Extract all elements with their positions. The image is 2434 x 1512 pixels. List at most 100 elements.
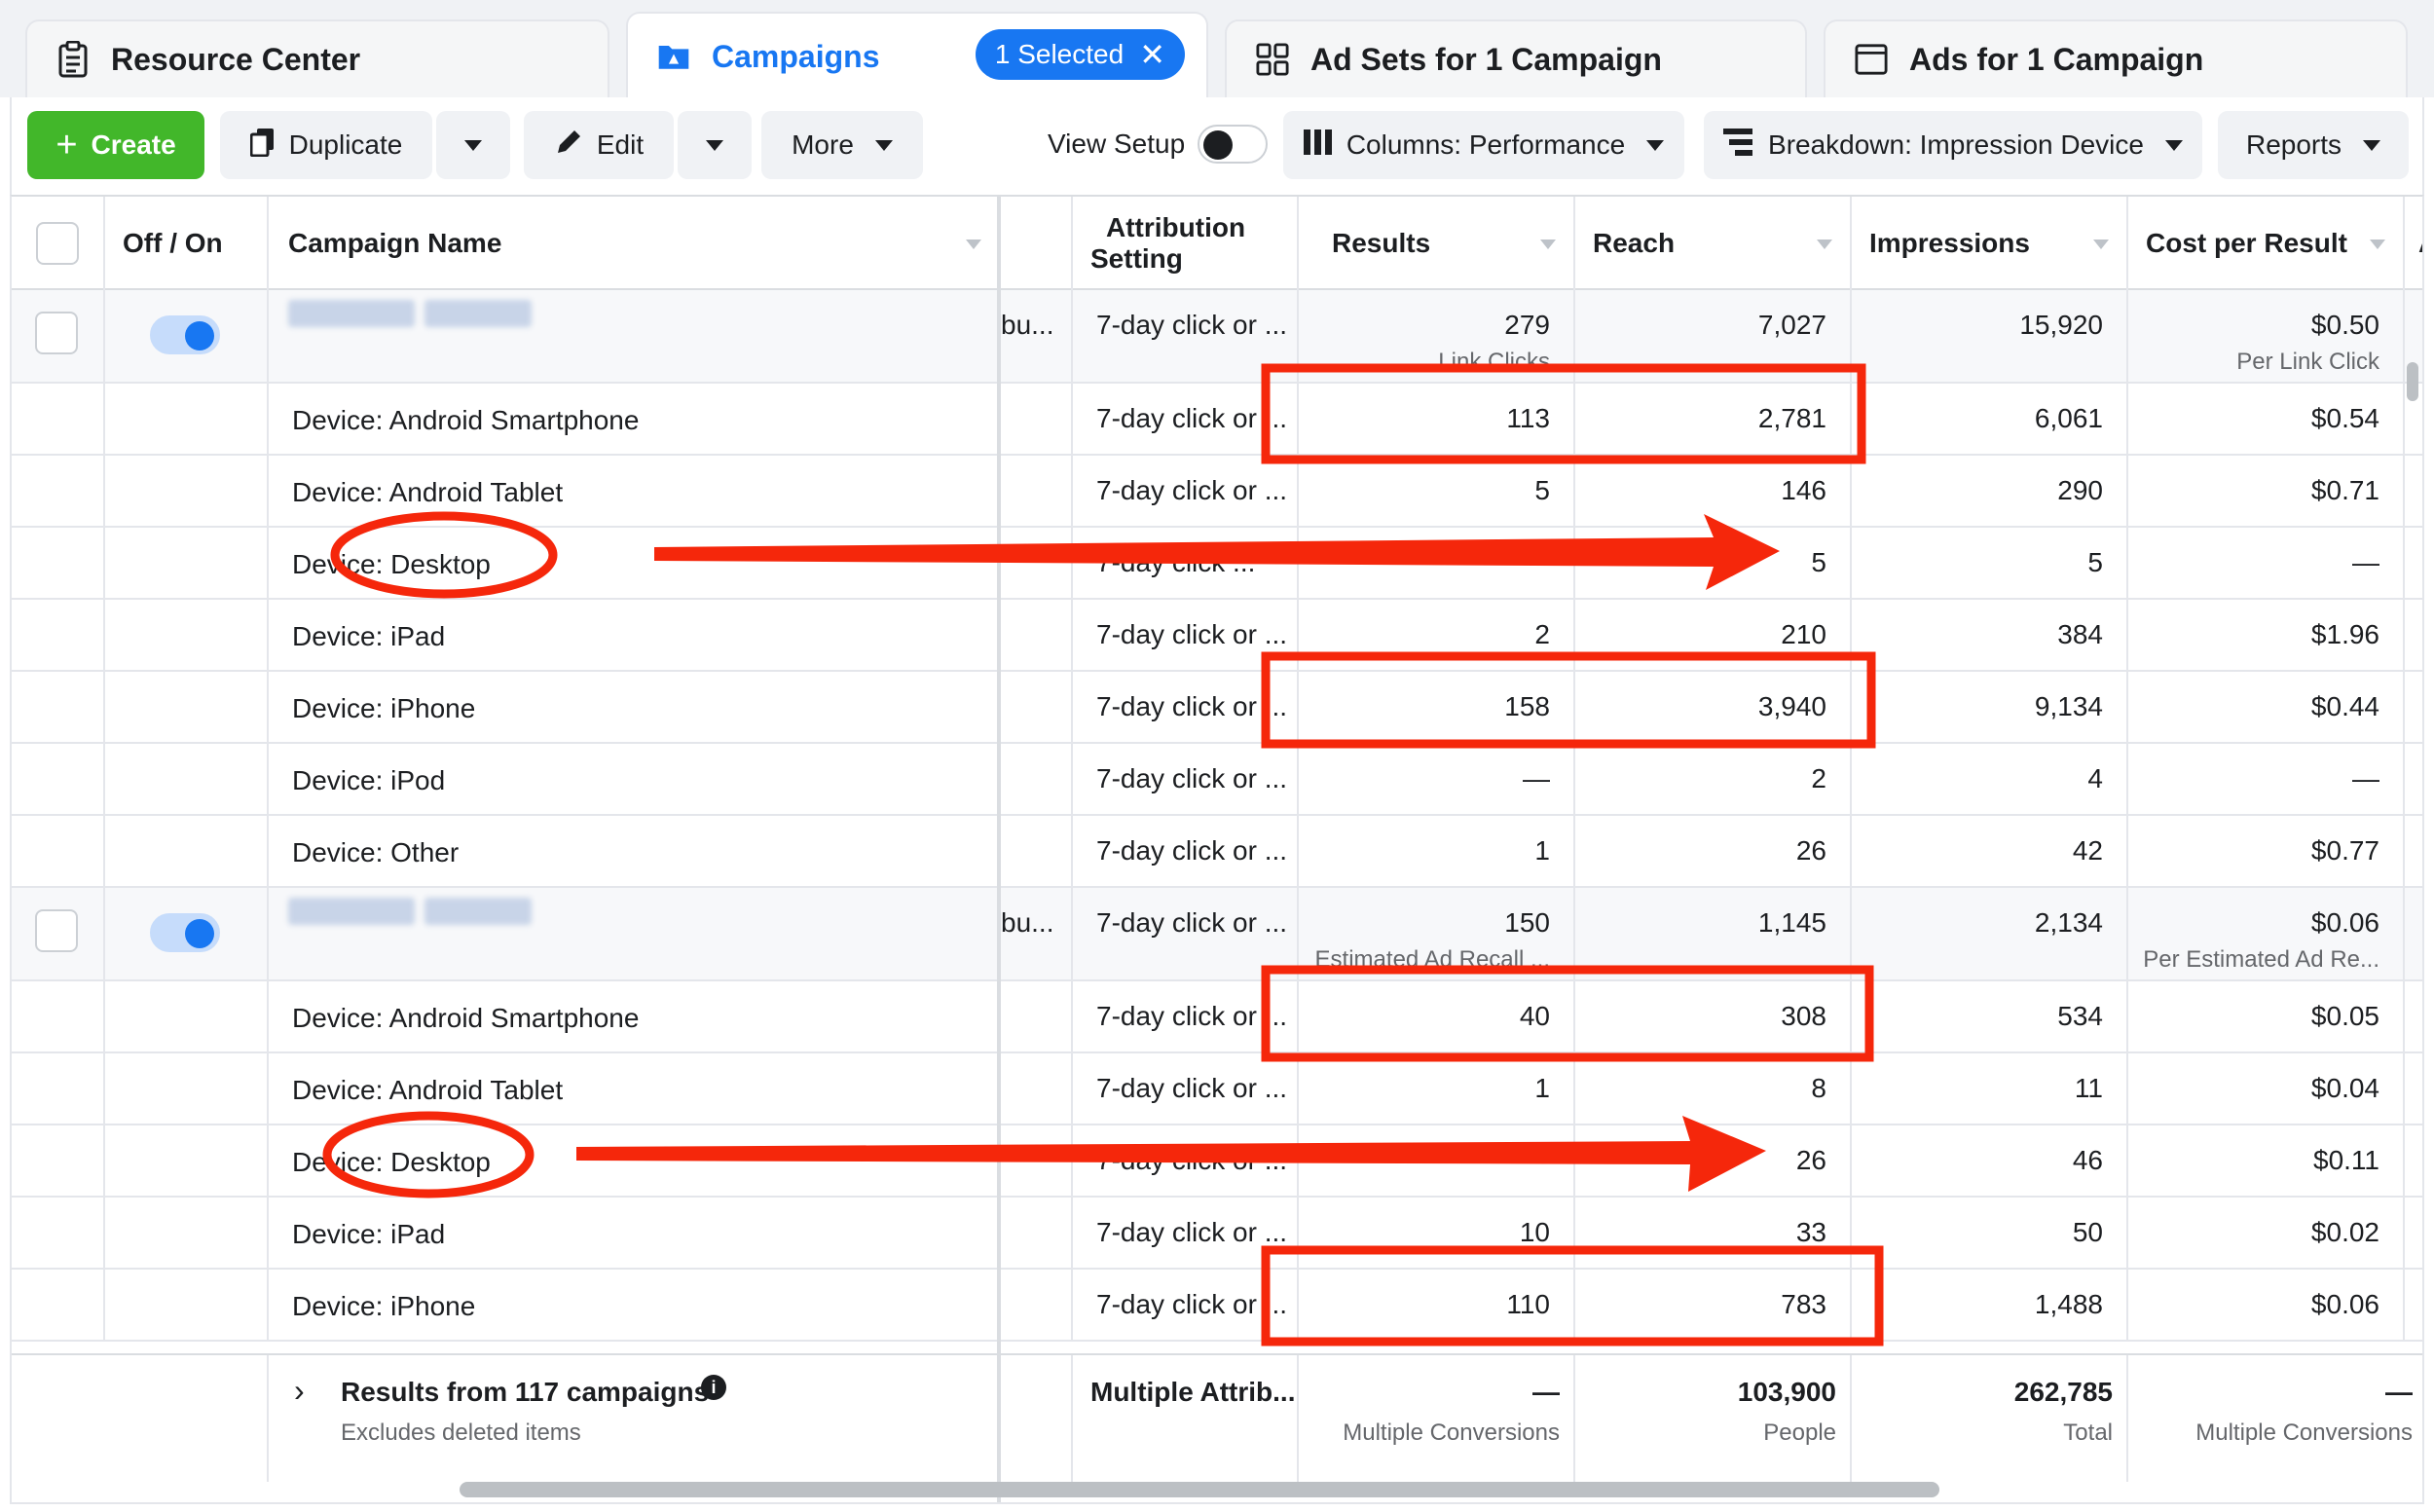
close-icon[interactable]: ✕ (1139, 36, 1165, 73)
header-reach[interactable]: Reach (1575, 197, 1852, 290)
breakdown-row[interactable]: Device: Desktop 7-day click or ... 26 46 $0.… (12, 1125, 2422, 1198)
breakdown-row[interactable]: Device: iPod 7-day click or ... — 2 4 — (12, 744, 2422, 816)
cost-per-result-value: $0.05 (2310, 1001, 2379, 1031)
columns-dropdown[interactable]: Columns: Performance (1283, 111, 1684, 179)
next-column-cell (2405, 981, 2422, 1051)
redacted-campaign-name[interactable] (288, 898, 415, 925)
tab-ads[interactable]: Ads for 1 Campaign (1824, 19, 2408, 97)
breakdown-row[interactable]: Device: Android Tablet 7-day click or ...… (12, 1053, 2422, 1125)
impressions-value: 9,134 (2034, 691, 2103, 721)
info-icon[interactable]: i (701, 1375, 726, 1400)
reports-dropdown[interactable]: Reports (2218, 111, 2409, 179)
impressions-cell: 46 (1852, 1125, 2128, 1196)
reach-value: 5 (1811, 547, 1826, 577)
tab-resource-center[interactable]: Resource Center (25, 19, 609, 97)
delivery-cell (1001, 528, 1073, 598)
results-value: 5 (1534, 475, 1550, 505)
campaign-name-cell[interactable]: Device: Android Tablet (269, 456, 1001, 526)
next-column-cell (2405, 672, 2422, 742)
next-column-cell (2405, 816, 2422, 886)
frozen-column-divider[interactable] (997, 197, 1001, 1502)
row-checkbox[interactable] (35, 312, 78, 354)
footer-reach-sub: People (1763, 1420, 1836, 1446)
campaign-name-cell[interactable]: Device: Android Tablet (269, 1053, 1001, 1124)
campaign-name-cell[interactable] (269, 290, 1001, 382)
header-campaign-name[interactable]: Campaign Name (269, 197, 1001, 290)
breakdown-row[interactable]: Device: iPhone 7-day click or ... 110 783 1,… (12, 1270, 2422, 1342)
campaign-name-cell[interactable]: Device: Other (269, 816, 1001, 886)
campaign-name-cell[interactable]: Device: Desktop (269, 1125, 1001, 1196)
delivery-cell (1001, 456, 1073, 526)
campaign-name-cell[interactable]: Device: iPad (269, 1198, 1001, 1268)
breakdown-row[interactable]: Device: Desktop 7-day click ... 5 5 — (12, 528, 2422, 600)
redacted-campaign-name[interactable] (424, 300, 532, 327)
campaign-row[interactable]: bu... 7-day click or ... 279 Link Clicks 7,0… (12, 290, 2422, 384)
header-impressions[interactable]: Impressions (1852, 197, 2128, 290)
reach-value: 308 (1781, 1001, 1826, 1031)
duplicate-button[interactable]: Duplicate (220, 111, 432, 179)
header-attribution-setting[interactable]: Attribution Setting (1073, 197, 1299, 290)
footer-summary[interactable]: › Results from 117 campaigns i Excludes … (269, 1355, 1001, 1482)
tab-ad-sets[interactable]: Ad Sets for 1 Campaign (1225, 19, 1807, 97)
breakdown-row[interactable]: Device: iPad 7-day click or ... 10 33 50 $0.0… (12, 1198, 2422, 1270)
toggle-knob (1203, 130, 1233, 160)
row-toggle-cell (105, 981, 269, 1051)
footer-impressions-sub: Total (2063, 1420, 2113, 1446)
campaign-name-cell[interactable]: Device: iPad (269, 600, 1001, 670)
tab-campaigns[interactable]: Campaigns 1 Selected ✕ (626, 12, 1208, 99)
campaign-name-cell[interactable]: Device: iPhone (269, 672, 1001, 742)
header-results[interactable]: Results (1299, 197, 1575, 290)
header-delivery[interactable] (1001, 197, 1073, 290)
duplicate-dropdown-button[interactable] (436, 111, 510, 179)
breakdown-dropdown[interactable]: Breakdown: Impression Device (1704, 111, 2202, 179)
breakdown-row[interactable]: Device: Android Tablet 7-day click or ...… (12, 456, 2422, 528)
campaign-on-off-toggle[interactable] (150, 315, 220, 354)
footer-subtitle: Excludes deleted items (341, 1420, 581, 1446)
breakdown-row[interactable]: Device: Android Smartphone 7-day click or… (12, 981, 2422, 1053)
reach-value: 3,940 (1757, 691, 1826, 721)
footer-impressions: 262,785 Total (1852, 1355, 2128, 1482)
delivery-cell (1001, 384, 1073, 454)
more-button[interactable]: More (761, 111, 923, 179)
campaign-row[interactable]: bu... 7-day click or ... 150 Estimated Ad R… (12, 888, 2422, 981)
campaign-name-cell[interactable]: Device: Desktop (269, 528, 1001, 598)
redacted-campaign-name[interactable] (424, 898, 532, 925)
create-button[interactable]: + Create (27, 111, 204, 179)
attribution-cell: 7-day click ... (1073, 528, 1299, 598)
campaign-name-cell[interactable]: Device: iPod (269, 744, 1001, 814)
campaign-name-cell[interactable]: Device: Android Smartphone (269, 981, 1001, 1051)
redacted-campaign-name[interactable] (288, 300, 415, 327)
row-checkbox[interactable] (35, 909, 78, 952)
view-setup-toggle[interactable] (1198, 125, 1268, 164)
breakdown-row[interactable]: Device: Other 7-day click or ... 1 26 42 $0.7… (12, 816, 2422, 888)
impressions-value: 4 (2087, 763, 2103, 793)
vertical-scrollbar[interactable] (2407, 362, 2418, 401)
delivery-cell (1001, 672, 1073, 742)
header-next-column[interactable]: A (2405, 197, 2422, 290)
header-cost-per-result[interactable]: Cost per Result (2128, 197, 2405, 290)
horizontal-scrollbar[interactable] (460, 1482, 1939, 1497)
chevron-right-icon[interactable]: › (294, 1373, 305, 1409)
attribution-value: 7-day click or ... (1096, 619, 1288, 649)
tab-label: Ad Sets for 1 Campaign (1310, 41, 1662, 77)
caret-down-icon (706, 139, 723, 151)
selected-badge[interactable]: 1 Selected ✕ (975, 29, 1185, 80)
breakdown-row[interactable]: Device: iPad 7-day click or ... 2 210 384 $1.… (12, 600, 2422, 672)
campaign-name-cell[interactable]: Device: Android Smartphone (269, 384, 1001, 454)
select-all-checkbox[interactable] (36, 222, 79, 265)
breakdown-row[interactable]: Device: Android Smartphone 7-day click or… (12, 384, 2422, 456)
header-off-on[interactable]: Off / On (105, 197, 269, 290)
campaign-on-off-toggle[interactable] (150, 913, 220, 952)
campaign-name-cell[interactable]: Device: iPhone (269, 1270, 1001, 1340)
delivery-cell (1001, 1125, 1073, 1196)
impressions-cell: 9,134 (1852, 672, 2128, 742)
next-column-cell (2405, 888, 2422, 979)
toggle-knob (185, 321, 214, 350)
campaign-name-cell[interactable] (269, 888, 1001, 979)
breakdown-label: Device: iPhone (292, 693, 476, 723)
sort-caret-icon (2093, 240, 2109, 249)
results-value: 150 (1504, 907, 1550, 938)
edit-dropdown-button[interactable] (678, 111, 752, 179)
breakdown-row[interactable]: Device: iPhone 7-day click or ... 158 3,940… (12, 672, 2422, 744)
edit-button[interactable]: Edit (524, 111, 674, 179)
